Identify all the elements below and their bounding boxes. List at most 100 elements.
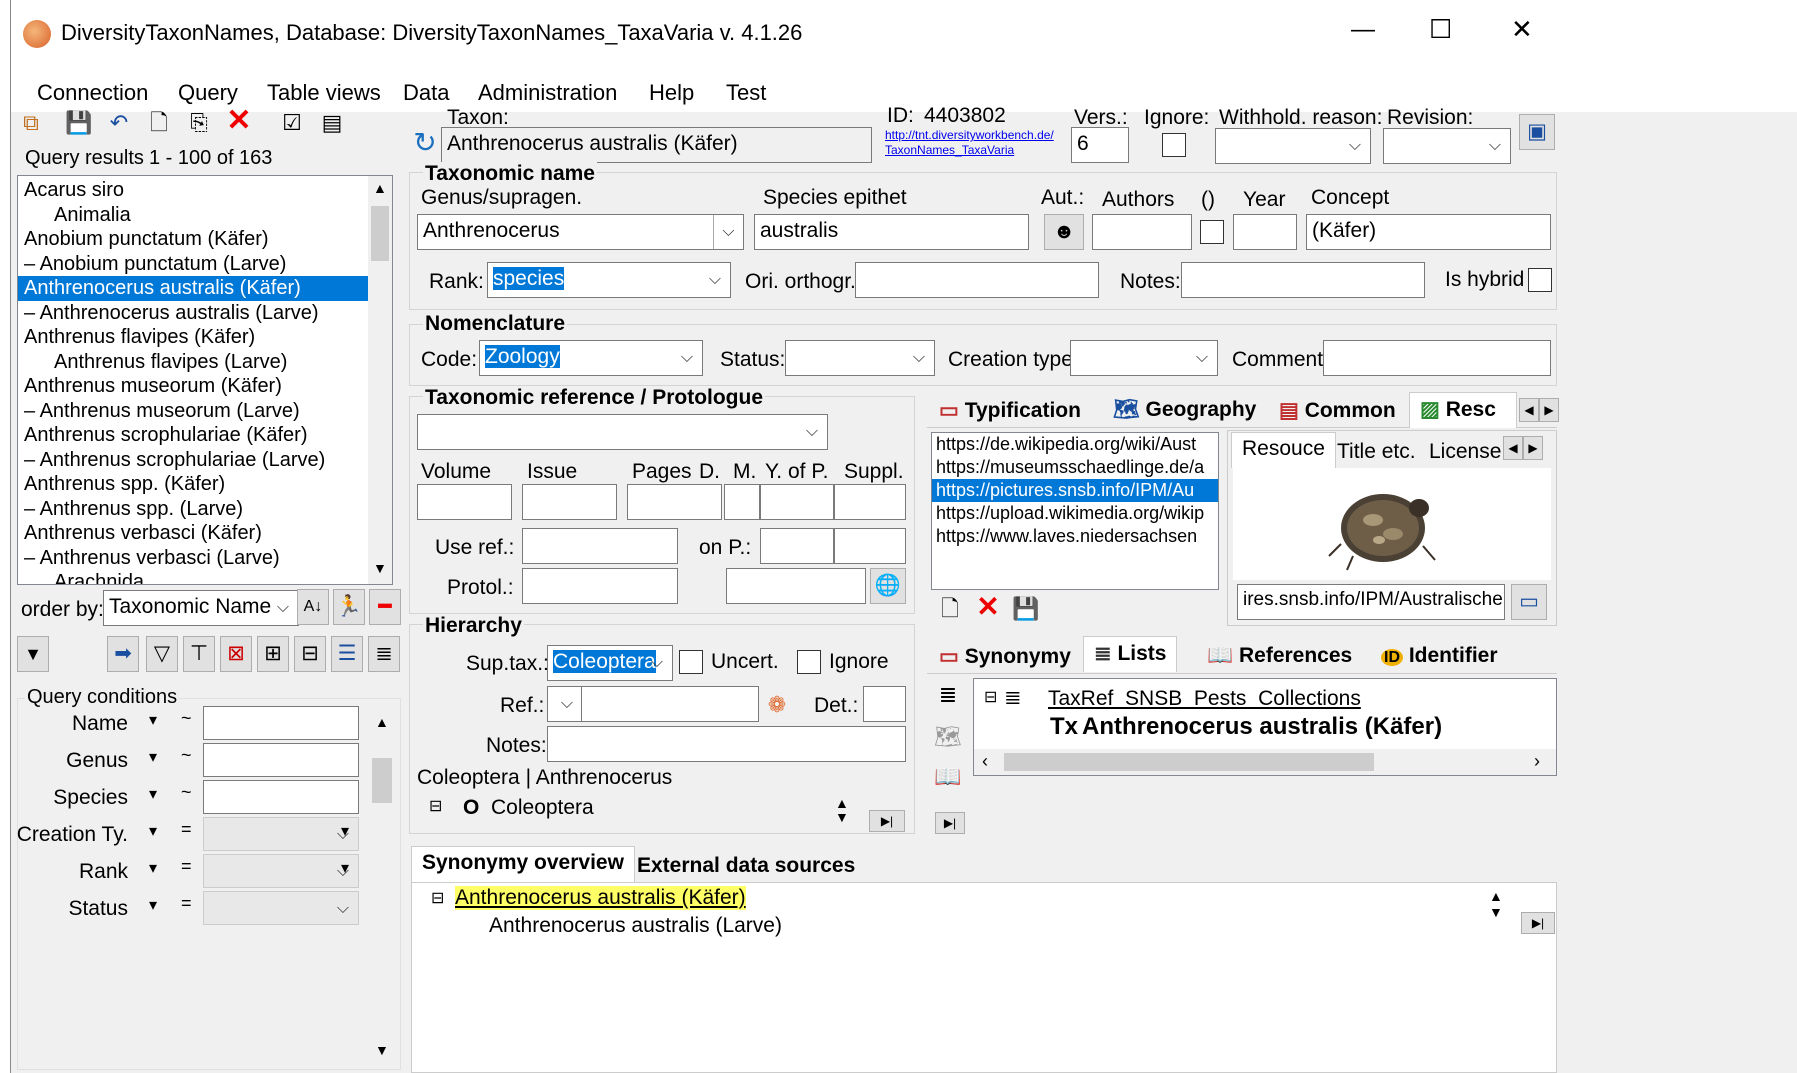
result-item[interactable]: – Anthrenus museorum (Larve)	[18, 399, 368, 424]
comment-field[interactable]	[1323, 340, 1551, 376]
tab-typification[interactable]: ▭ Typification	[929, 394, 1091, 430]
tab-identifier[interactable]: ID Identifier	[1371, 640, 1508, 676]
issue-field[interactable]	[522, 484, 617, 520]
year-of-pub-field[interactable]	[760, 484, 834, 520]
hybrid-checkbox[interactable]	[1528, 268, 1552, 292]
refresh-icon[interactable]: ↻	[411, 128, 439, 158]
status-select[interactable]: ⌵	[785, 340, 935, 376]
on-page-extra-field[interactable]	[834, 528, 906, 564]
delete-icon[interactable]: ✕	[223, 106, 255, 136]
filter-list-icon[interactable]: ⊟	[294, 636, 326, 672]
use-ref-field[interactable]	[522, 528, 678, 564]
lists-hscroll-thumb[interactable]	[1004, 753, 1374, 771]
protol-link-field[interactable]	[726, 568, 866, 604]
results-scroll-thumb[interactable]	[371, 206, 389, 261]
filter-icon[interactable]: ▽	[146, 636, 178, 672]
lists-tree-collapse[interactable]: ⊟	[984, 687, 997, 707]
map-side-icon[interactable]: 🗺	[933, 722, 963, 752]
menu-data[interactable]: Data	[403, 80, 449, 106]
ref-field[interactable]	[581, 686, 759, 722]
revision-select[interactable]: ⌵	[1383, 128, 1511, 164]
ori-orthogr-field[interactable]	[855, 262, 1099, 298]
new-icon[interactable]: 🗋	[143, 108, 175, 138]
globe-icon[interactable]: 🌐	[870, 568, 906, 604]
condition-op-dropdown[interactable]: ▾	[149, 784, 157, 804]
condition-op-dropdown[interactable]: ▾	[149, 710, 157, 730]
result-item[interactable]: Acarus siro	[18, 178, 368, 203]
result-item[interactable]: Anthrenus scrophulariae (Käfer)	[18, 423, 368, 448]
paren-checkbox[interactable]	[1200, 220, 1224, 244]
results-scrollbar[interactable]: ▲ ▼	[368, 176, 392, 584]
menu-query[interactable]: Query	[178, 80, 238, 106]
open-url-icon[interactable]: ▭	[1511, 584, 1547, 620]
subtab-scroll-left[interactable]: ◀	[1503, 436, 1523, 460]
filter-remove-icon[interactable]: ⊠	[220, 636, 252, 672]
list-lines-icon[interactable]: ≣	[368, 636, 400, 672]
tab-synonymy-overview[interactable]: Synonymy overview	[411, 846, 635, 882]
result-item[interactable]: Anobium punctatum (Käfer)	[18, 227, 368, 252]
hierarchy-notes-field[interactable]	[547, 726, 906, 762]
menu-connection[interactable]: Connection	[37, 80, 148, 106]
creation-type-select[interactable]: ⌵	[1070, 340, 1218, 376]
resource-url-item[interactable]: https://pictures.snsb.info/IPM/Au	[932, 479, 1218, 502]
result-item[interactable]: Anthrenus verbasci (Käfer)	[18, 521, 368, 546]
result-item[interactable]: Anthrenus spp. (Käfer)	[18, 472, 368, 497]
hierarchy-expand-icon[interactable]: ▶|	[869, 810, 905, 832]
condition-field[interactable]	[203, 706, 359, 740]
lists-expand-icon[interactable]: ▶|	[935, 812, 965, 834]
result-item[interactable]: Arachnida	[18, 570, 368, 584]
resource-url-item[interactable]: https://upload.wikimedia.org/wikip	[932, 502, 1218, 525]
query-results-list[interactable]: Acarus siro Animalia Anobium punctatum (Kä…	[17, 175, 393, 585]
details-icon[interactable]: ▣	[1519, 114, 1555, 150]
filter-plus-icon[interactable]: ⊞	[257, 636, 289, 672]
tab-scroll-right[interactable]: ▶	[1539, 398, 1559, 422]
result-item[interactable]: – Anthrenus spp. (Larve)	[18, 497, 368, 522]
notes-field[interactable]	[1181, 262, 1425, 298]
lists-hscroll[interactable]: ‹ ›	[974, 749, 1556, 775]
protol-field[interactable]	[522, 568, 678, 604]
tab-lists[interactable]: ≣ Lists	[1083, 636, 1178, 672]
tab-scroll-left[interactable]: ◀	[1519, 398, 1539, 422]
delete-resource-icon[interactable]: ✕	[973, 592, 1003, 622]
species-field[interactable]: australis	[754, 214, 1029, 250]
subtab-title[interactable]: Title etc.	[1327, 436, 1426, 472]
new-resource-icon[interactable]: 🗋	[935, 594, 965, 624]
resource-url-item[interactable]: https://museumsschaedlinge.de/a	[932, 456, 1218, 479]
condition-field[interactable]	[203, 743, 359, 777]
undo-icon[interactable]: ↶	[103, 108, 135, 138]
condition-op-dropdown[interactable]: ▾	[149, 858, 157, 878]
sort-az-button[interactable]: A↓	[297, 589, 329, 625]
author-lookup-icon[interactable]: ☻	[1044, 214, 1084, 250]
code-select[interactable]: Zoology ⌵	[479, 340, 703, 376]
condition-field[interactable]	[203, 780, 359, 814]
result-item[interactable]: – Anthrenus scrophulariae (Larve)	[18, 448, 368, 473]
list-entry[interactable]: Anthrenocerus australis (Käfer)	[1082, 713, 1442, 741]
tab-geography[interactable]: 🗺 Geography	[1103, 394, 1266, 430]
subtab-resource[interactable]: Resouce	[1231, 432, 1336, 468]
uncert-checkbox[interactable]	[679, 650, 703, 674]
list-view-icon[interactable]: ☰	[331, 636, 363, 672]
result-item[interactable]: Anthrenus flavipes (Käfer)	[18, 325, 368, 350]
year-field[interactable]	[1233, 214, 1297, 250]
panel-icon[interactable]: ▤	[316, 108, 348, 138]
subtab-scroll-right[interactable]: ▶	[1523, 436, 1543, 460]
tree-item-coleoptera[interactable]: Coleoptera	[491, 796, 594, 820]
tree-scroll-arrows[interactable]: ▲ ▼	[835, 796, 849, 824]
on-page-field[interactable]	[760, 528, 834, 564]
pages-field[interactable]	[627, 484, 722, 520]
suppl-field[interactable]	[834, 484, 906, 520]
book-side-icon[interactable]: 📖	[933, 762, 963, 792]
tab-references[interactable]: 📖 References	[1197, 640, 1362, 676]
ignore-checkbox[interactable]	[1162, 133, 1186, 157]
result-item[interactable]: Anthrenocerus australis (Käfer)	[18, 276, 368, 301]
result-item[interactable]: – Anobium punctatum (Larve)	[18, 252, 368, 277]
filter-add-icon[interactable]: ⊤	[183, 636, 215, 672]
authors-field[interactable]	[1092, 214, 1192, 250]
result-item[interactable]: Animalia	[18, 203, 368, 228]
condition-extra-dropdown[interactable]: ▾	[341, 858, 349, 878]
resource-url-list[interactable]: https://de.wikipedia.org/wiki/Aust https:…	[931, 432, 1219, 590]
conditions-scrollbar[interactable]: ▲ ▼	[369, 708, 395, 1064]
lists-side-icon[interactable]: ≣	[933, 680, 963, 710]
menu-test[interactable]: Test	[726, 80, 766, 106]
concept-field[interactable]: (Käfer)	[1306, 214, 1551, 250]
